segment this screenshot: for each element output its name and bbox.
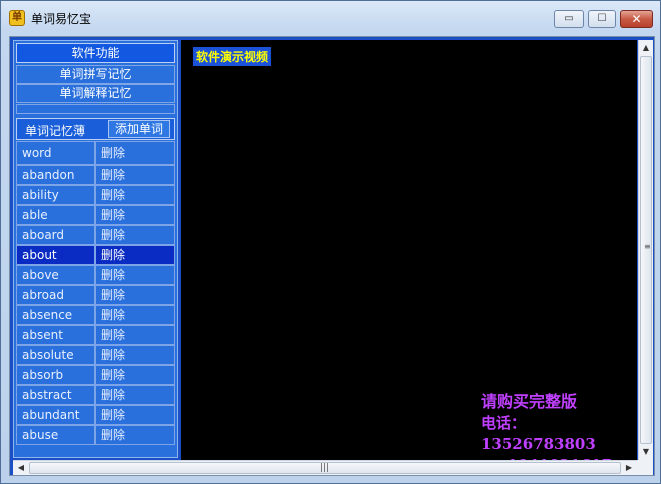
add-word-button[interactable]: 添加单词: [108, 120, 170, 138]
notebook-bar: 单词记忆薄 添加单词: [16, 118, 175, 140]
table-row[interactable]: abundant 删除: [16, 405, 175, 425]
table-row[interactable]: able 删除: [16, 205, 175, 225]
word-cell[interactable]: absence: [16, 305, 95, 325]
app-logo-icon: 单: [9, 10, 25, 26]
delete-link[interactable]: 删除: [95, 205, 175, 225]
delete-link[interactable]: 删除: [95, 165, 175, 185]
menu-item-definition[interactable]: 单词解释记忆: [16, 84, 175, 103]
client-area: 软件功能 单词拼写记忆 单词解释记忆 单词记忆薄 添加单词 word 删除 ab…: [9, 36, 655, 476]
video-area[interactable]: 软件演示视频 请购买完整版 电话：13526783803 qq:10410216…: [181, 40, 637, 474]
delete-link[interactable]: 删除: [95, 385, 175, 405]
word-cell[interactable]: ability: [16, 185, 95, 205]
scrollbar-corner: [637, 460, 653, 475]
word-cell[interactable]: absorb: [16, 365, 95, 385]
horizontal-scroll-thumb[interactable]: |||: [29, 462, 621, 474]
delete-link[interactable]: 删除: [95, 325, 175, 345]
word-cell[interactable]: abstract: [16, 385, 95, 405]
column-header-word: word: [16, 141, 95, 165]
word-cell[interactable]: above: [16, 265, 95, 285]
promo-line-phone: 电话：13526783803: [481, 414, 596, 453]
app-window: 单 单词易忆宝 ▭ ☐ ✕ 软件功能 单词拼写记忆 单词解释记忆 单词记忆薄 添…: [0, 0, 661, 484]
scroll-left-icon[interactable]: ◀: [14, 461, 28, 475]
menu-header: 软件功能: [16, 43, 175, 63]
table-row[interactable]: abandon 删除: [16, 165, 175, 185]
word-cell[interactable]: abroad: [16, 285, 95, 305]
table-row[interactable]: absent 删除: [16, 325, 175, 345]
table-row[interactable]: absorb 删除: [16, 365, 175, 385]
scroll-right-icon[interactable]: ▶: [622, 461, 636, 475]
maximize-button[interactable]: ☐: [588, 10, 616, 28]
table-row[interactable]: abstract 删除: [16, 385, 175, 405]
title-bar[interactable]: 单 单词易忆宝 ▭ ☐ ✕: [1, 1, 660, 35]
delete-link[interactable]: 删除: [95, 285, 175, 305]
menu-divider: [16, 104, 175, 114]
horizontal-scrollbar[interactable]: ◀ ||| ▶: [13, 460, 637, 475]
word-cell[interactable]: abandon: [16, 165, 95, 185]
column-header-delete: 删除: [95, 141, 175, 165]
delete-link[interactable]: 删除: [95, 365, 175, 385]
demo-video-label: 软件演示视频: [193, 47, 272, 66]
table-row[interactable]: absence 删除: [16, 305, 175, 325]
word-cell[interactable]: aboard: [16, 225, 95, 245]
table-row[interactable]: absolute 删除: [16, 345, 175, 365]
word-cell[interactable]: abuse: [16, 425, 95, 445]
delete-link[interactable]: 删除: [95, 405, 175, 425]
word-cell[interactable]: absolute: [16, 345, 95, 365]
word-table: word 删除 abandon 删除 ability 删除 able 删除 aboard 删除…: [16, 141, 175, 445]
word-cell[interactable]: about: [16, 245, 95, 265]
delete-link[interactable]: 删除: [95, 245, 175, 265]
table-row[interactable]: aboard 删除: [16, 225, 175, 245]
table-row[interactable]: ability 删除: [16, 185, 175, 205]
delete-link[interactable]: 删除: [95, 185, 175, 205]
vertical-scroll-thumb[interactable]: ≡: [640, 56, 652, 444]
delete-link[interactable]: 删除: [95, 305, 175, 325]
word-cell[interactable]: abundant: [16, 405, 95, 425]
table-row[interactable]: abroad 删除: [16, 285, 175, 305]
promo-line-buy: 请购买完整版: [481, 392, 578, 411]
table-row[interactable]: above 删除: [16, 265, 175, 285]
delete-link[interactable]: 删除: [95, 265, 175, 285]
word-cell[interactable]: able: [16, 205, 95, 225]
delete-link[interactable]: 删除: [95, 225, 175, 245]
close-button[interactable]: ✕: [620, 10, 653, 28]
left-panel: 软件功能 单词拼写记忆 单词解释记忆 单词记忆薄 添加单词 word 删除 ab…: [13, 40, 178, 458]
word-cell[interactable]: absent: [16, 325, 95, 345]
delete-link[interactable]: 删除: [95, 345, 175, 365]
table-row[interactable]: abuse 删除: [16, 425, 175, 445]
scroll-down-icon[interactable]: ▼: [639, 445, 653, 459]
delete-link[interactable]: 删除: [95, 425, 175, 445]
window-title: 单词易忆宝: [31, 12, 92, 26]
vertical-scrollbar[interactable]: ▲ ≡ ▼: [638, 40, 653, 460]
menu-item-spelling[interactable]: 单词拼写记忆: [16, 65, 175, 84]
table-row[interactable]: about 删除: [16, 245, 175, 265]
hgrip-icon: |||: [320, 463, 330, 473]
notebook-label: 单词记忆薄: [25, 124, 86, 138]
grip-icon: ≡: [644, 242, 651, 251]
scroll-up-icon[interactable]: ▲: [639, 41, 653, 55]
table-header-row: word 删除: [16, 141, 175, 165]
minimize-button[interactable]: ▭: [554, 10, 584, 28]
